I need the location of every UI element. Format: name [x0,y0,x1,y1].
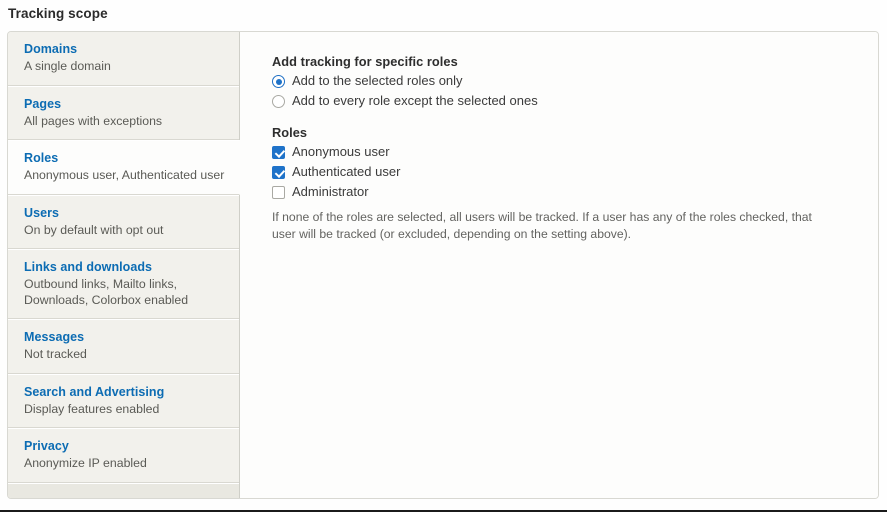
vertical-tabs-container: Domains A single domain Pages All pages wit… [7,31,879,499]
sidebar-item-summary: Anonymize IP enabled [24,456,227,472]
radio-group-tracking-scope: Add to the selected roles only Add to eve… [272,72,858,110]
page-title: Tracking scope [8,6,108,21]
checkbox-row-anonymous-user[interactable]: Anonymous user [272,143,858,161]
sidebar-item-links[interactable]: Links and downloads Outbound links, Mailt… [8,249,239,319]
sidebar-item-search[interactable]: Search and Advertising Display features e… [8,374,239,429]
roles-help-text: If none of the roles are selected, all u… [272,209,832,243]
checkbox-label-administrator[interactable]: Administrator [285,183,369,201]
sidebar-item-pages[interactable]: Pages All pages with exceptions [8,86,239,141]
sidebar-item-label: Privacy [24,438,227,454]
roles-group: Roles Anonymous user Authenticated user Ad… [272,125,858,243]
sidebar-item-summary: Not tracked [24,347,227,363]
radio-row-selected-only[interactable]: Add to the selected roles only [272,72,858,90]
radio-selected-only[interactable] [272,75,285,88]
sidebar-item-label: Roles [24,150,227,166]
sidebar-item-summary: Display features enabled [24,402,227,418]
vertical-tabs-nav-filler [8,483,239,499]
sidebar-item-messages[interactable]: Messages Not tracked [8,319,239,374]
sidebar-item-summary: On by default with opt out [24,223,227,239]
checkbox-authenticated-user[interactable] [272,166,285,179]
sidebar-item-summary: All pages with exceptions [24,114,227,130]
radio-group-legend: Add tracking for specific roles [272,54,858,69]
vertical-tabs-nav: Domains A single domain Pages All pages wit… [8,32,240,498]
tracking-scope-page: Tracking scope Domains A single domain Pag… [0,0,887,512]
sidebar-item-privacy[interactable]: Privacy Anonymize IP enabled [8,428,239,483]
sidebar-item-summary: A single domain [24,59,227,75]
radio-label-every-except[interactable]: Add to every role except the selected on… [285,92,538,110]
radio-every-except[interactable] [272,95,285,108]
checkbox-label-authenticated-user[interactable]: Authenticated user [285,163,400,181]
sidebar-item-summary: Outbound links, Mailto links, Downloads,… [24,277,227,308]
radio-row-every-except[interactable]: Add to every role except the selected on… [272,92,858,110]
sidebar-item-domains[interactable]: Domains A single domain [8,32,239,86]
checkbox-administrator[interactable] [272,186,285,199]
sidebar-item-label: Users [24,205,227,221]
sidebar-item-users[interactable]: Users On by default with opt out [8,195,239,250]
sidebar-item-label: Search and Advertising [24,384,227,400]
checkbox-row-administrator[interactable]: Administrator [272,183,858,201]
checkbox-anonymous-user[interactable] [272,146,285,159]
sidebar-item-label: Messages [24,329,227,345]
sidebar-item-label: Pages [24,96,227,112]
sidebar-item-summary: Anonymous user, Authenticated user [24,168,227,184]
roles-checkbox-list: Anonymous user Authenticated user Administ… [272,143,858,201]
radio-label-selected-only[interactable]: Add to the selected roles only [285,72,463,90]
sidebar-item-label: Links and downloads [24,259,227,275]
sidebar-item-roles[interactable]: Roles Anonymous user, Authenticated user [8,140,240,195]
tab-panel-roles: Add tracking for specific roles Add to t… [240,32,878,498]
checkbox-row-authenticated-user[interactable]: Authenticated user [272,163,858,181]
roles-group-legend: Roles [272,125,858,140]
checkbox-label-anonymous-user[interactable]: Anonymous user [285,143,390,161]
sidebar-item-label: Domains [24,41,227,57]
